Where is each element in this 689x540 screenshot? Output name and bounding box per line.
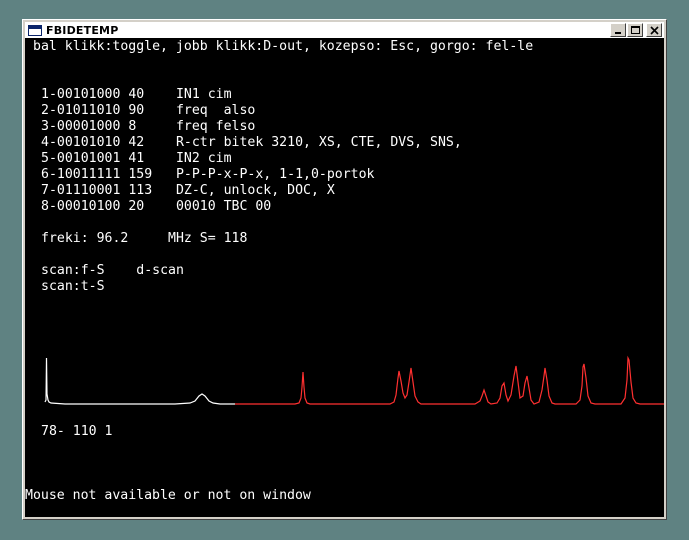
- register-row: 8-00010100 20 00010 TBC 00: [41, 199, 272, 214]
- close-icon: [650, 26, 659, 35]
- register-row: 1-00101000 40 IN1 cim: [41, 87, 232, 102]
- register-row: 3-00001000 8 freq felso: [41, 119, 256, 134]
- scan-range-readout: 78- 110 1: [41, 424, 113, 439]
- mouse-status-line: Mouse not available or not on window: [25, 488, 311, 503]
- maximize-button[interactable]: [627, 23, 643, 37]
- title-bar[interactable]: FBIDETEMP: [25, 22, 664, 38]
- window-title: FBIDETEMP: [46, 23, 119, 37]
- spectrum-scan-plot[interactable]: [25, 338, 664, 418]
- register-row: 5-00101001 41 IN2 cim: [41, 151, 232, 166]
- scan-time-line: scan:t-S: [41, 279, 105, 294]
- window-controls: [609, 23, 662, 37]
- minimize-button[interactable]: [610, 23, 626, 37]
- spectrum-trace-pending: [235, 355, 664, 405]
- maximize-icon: [631, 26, 640, 34]
- controls-help-line: bal klikk:toggle, jobb klikk:D-out, koze…: [33, 39, 534, 54]
- console-app-icon: [28, 24, 42, 36]
- scan-mode-line: scan:f-S d-scan: [41, 263, 184, 278]
- minimize-icon: [615, 32, 621, 34]
- frequency-readout: freki: 96.2 MHz S= 118: [41, 231, 248, 246]
- register-row: 4-00101010 42 R-ctr bitek 3210, XS, CTE,…: [41, 135, 462, 150]
- register-row: 7-01110001 113 DZ-C, unlock, DOC, X: [41, 183, 335, 198]
- console-area[interactable]: bal klikk:toggle, jobb klikk:D-out, koze…: [25, 38, 664, 517]
- register-row: 6-10011111 159 P-P-P-x-P-x, 1-1,0-portok: [41, 167, 375, 182]
- spectrum-trace-scanned: [44, 357, 235, 405]
- close-button[interactable]: [646, 23, 662, 37]
- register-row: 2-01011010 90 freq also: [41, 103, 256, 118]
- console-window: FBIDETEMP bal klikk:toggle, jobb klikk:D…: [22, 19, 667, 520]
